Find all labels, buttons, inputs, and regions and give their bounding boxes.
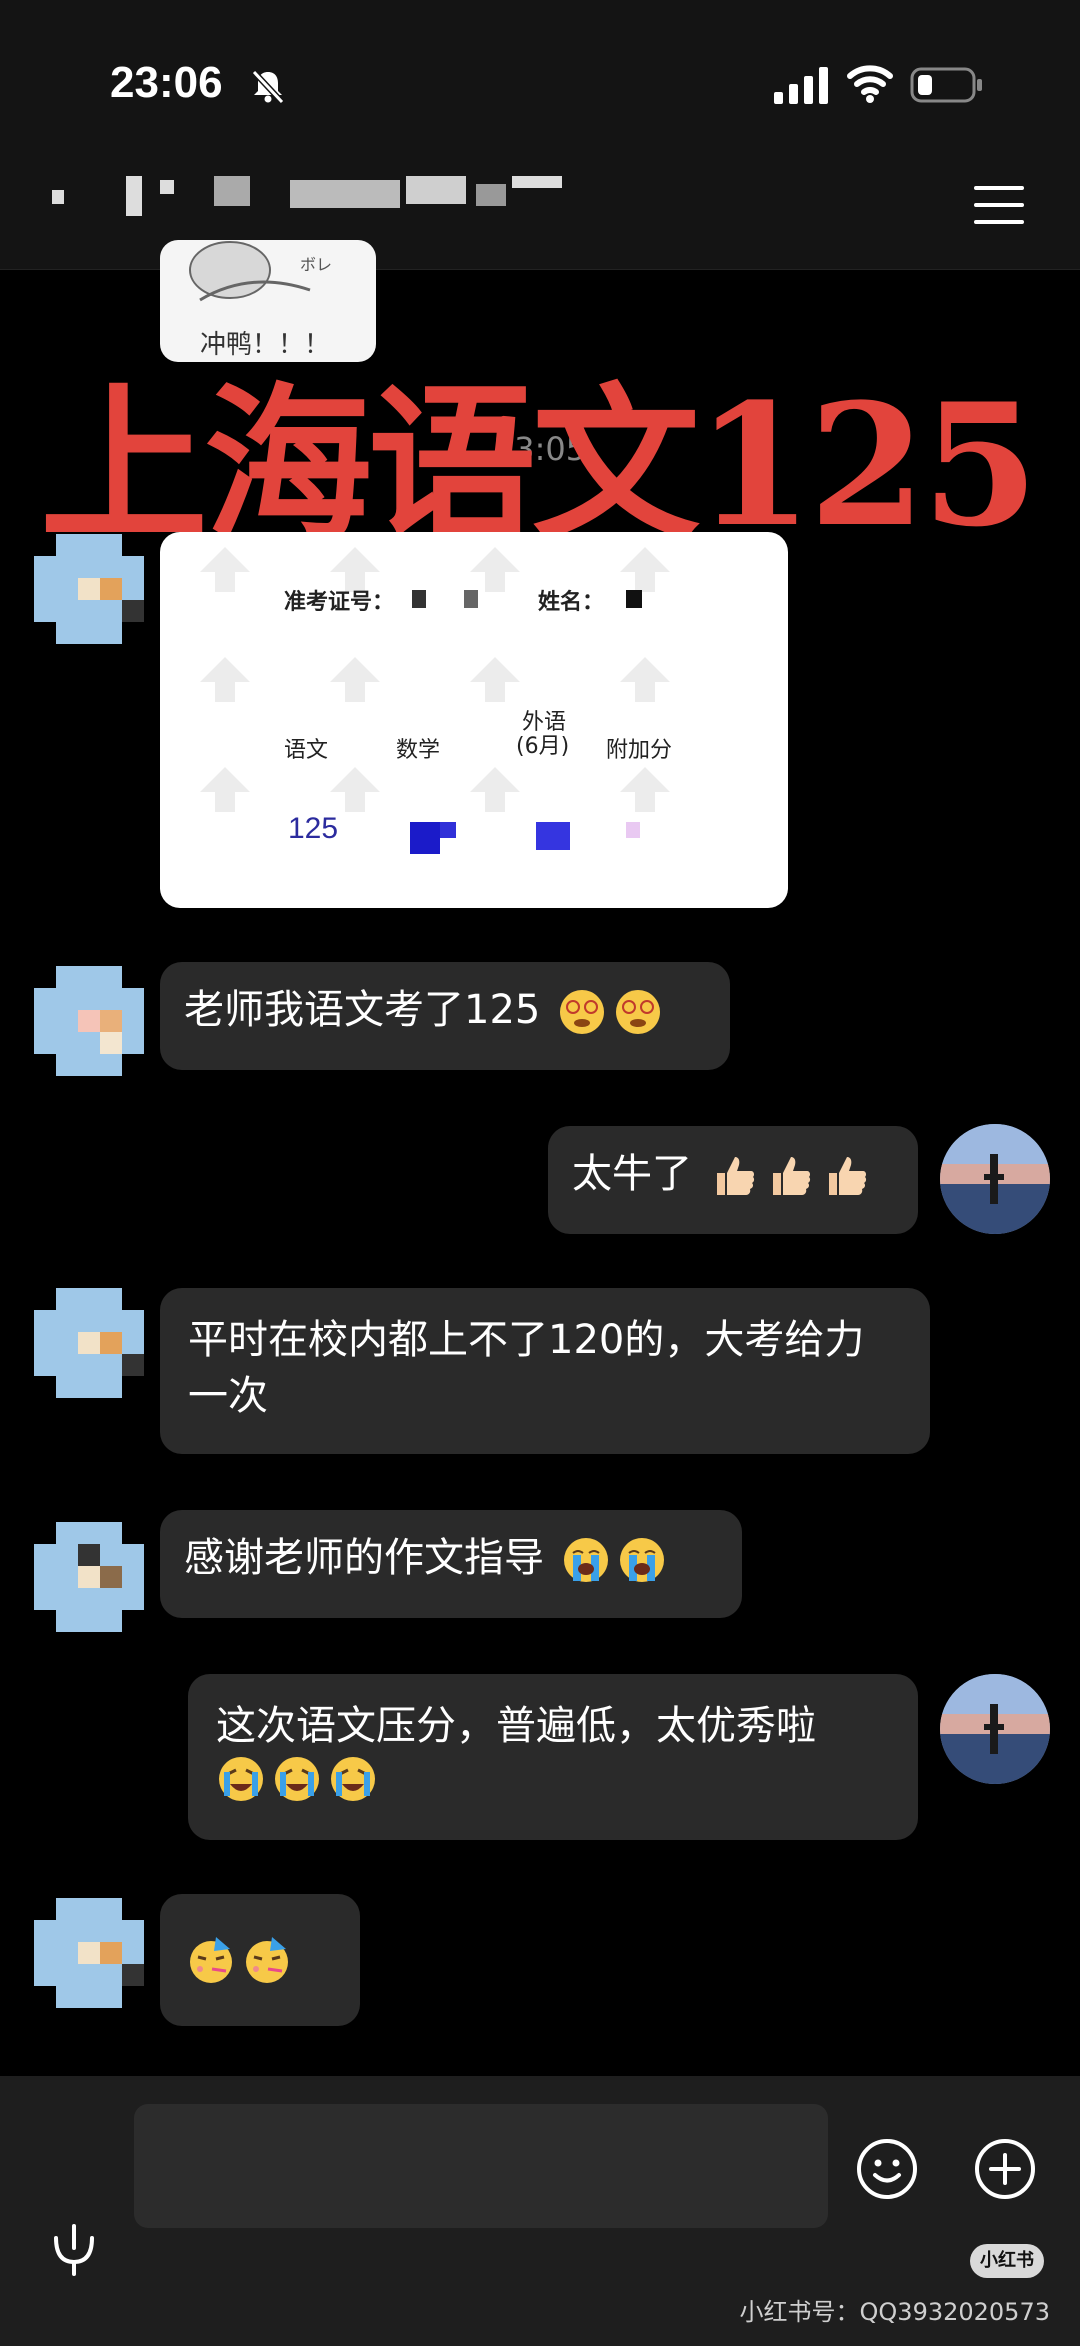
message-bubble[interactable]: 感谢老师的作文指导 xyxy=(160,1510,742,1618)
avatar[interactable] xyxy=(34,1522,144,1632)
message-input[interactable] xyxy=(134,2104,828,2228)
redacted-score xyxy=(410,822,440,854)
loudly-crying-emoji-icon xyxy=(619,1538,664,1582)
thumbs-up-emoji-icon xyxy=(772,1157,810,1195)
thumbs-up-emoji-icon xyxy=(716,1157,754,1195)
message-text: 老师我语文考了125 xyxy=(184,987,541,1033)
message-text: 平时在校内都上不了120的，大考给力一次 xyxy=(188,1317,865,1419)
message-text: 这次语文压分，普遍低，太优秀啦 xyxy=(216,1703,816,1749)
watermark-icon xyxy=(470,657,520,702)
name-label: 姓名： xyxy=(538,590,605,615)
party-face-emoji-icon xyxy=(246,1937,288,1983)
column-bonus: 附加分 xyxy=(606,738,673,763)
xiaohongshu-id: 小红书号：QQ3932020573 xyxy=(739,2298,1050,2326)
dizzy-face-emoji-icon xyxy=(616,990,661,1034)
message-bubble[interactable] xyxy=(160,1894,360,2026)
watermark-icon xyxy=(200,547,250,592)
message-text: 太牛了 xyxy=(572,1151,692,1197)
bell-off-icon xyxy=(251,69,285,105)
xiaohongshu-logo: 小红书 xyxy=(970,2244,1044,2278)
redacted-block xyxy=(626,590,642,608)
message-text: 感谢老师的作文指导 xyxy=(184,1535,544,1581)
menu-icon[interactable] xyxy=(974,186,1024,226)
message-bubble[interactable]: 太牛了 xyxy=(548,1126,918,1234)
avatar[interactable] xyxy=(34,1898,144,2008)
add-attachment-icon[interactable] xyxy=(974,2138,1036,2200)
watermark-icon xyxy=(470,767,520,812)
svg-text:ボレ: ボレ xyxy=(300,255,332,274)
party-face-emoji-icon xyxy=(190,1937,232,1983)
tears-of-joy-emoji-icon xyxy=(275,1757,319,1801)
avatar[interactable] xyxy=(34,534,144,644)
redacted-score xyxy=(440,822,456,838)
battery-icon xyxy=(910,67,982,103)
redacted-score xyxy=(626,822,640,838)
loudly-crying-emoji-icon xyxy=(563,1538,608,1582)
watermark-icon xyxy=(620,657,670,702)
cellular-signal-icon xyxy=(774,67,828,104)
score-card-image[interactable]: 准考证号： 姓名： 语文 数学 外语 (6月) 附加分 125 xyxy=(160,532,788,908)
message-bubble[interactable]: 这次语文压分，普遍低，太优秀啦 xyxy=(188,1674,918,1840)
watermark-icon xyxy=(200,657,250,702)
thumbs-up-emoji-icon xyxy=(828,1157,866,1195)
message-bubble[interactable]: 平时在校内都上不了120的，大考给力一次 xyxy=(160,1288,930,1454)
tears-of-joy-emoji-icon xyxy=(331,1757,375,1801)
avatar[interactable] xyxy=(940,1674,1050,1784)
redacted-score xyxy=(536,822,570,850)
chat-title-pixelated xyxy=(50,176,570,216)
column-math: 数学 xyxy=(396,738,441,763)
dizzy-face-emoji-icon xyxy=(560,990,605,1034)
status-time: 23:06 xyxy=(110,58,223,107)
message-bubble[interactable]: 老师我语文考了125 xyxy=(160,962,730,1070)
exam-id-label: 准考证号： xyxy=(284,590,395,615)
watermark-icon xyxy=(620,547,670,592)
wifi-icon xyxy=(847,65,893,103)
watermark-icon xyxy=(200,767,250,812)
emoji-picker-icon[interactable] xyxy=(856,2138,918,2200)
watermark-icon xyxy=(620,767,670,812)
avatar[interactable] xyxy=(940,1124,1050,1234)
tears-of-joy-emoji-icon xyxy=(219,1757,263,1801)
chinese-score: 125 xyxy=(288,812,339,845)
avatar[interactable] xyxy=(34,966,144,1076)
redacted-block xyxy=(412,590,426,608)
watermark-icon xyxy=(330,657,380,702)
redacted-block xyxy=(464,590,478,608)
column-chinese: 语文 xyxy=(284,738,329,763)
avatar[interactable] xyxy=(34,1288,144,1398)
microphone-icon[interactable] xyxy=(46,2218,102,2278)
column-foreign-sub: (6月) xyxy=(516,734,570,759)
